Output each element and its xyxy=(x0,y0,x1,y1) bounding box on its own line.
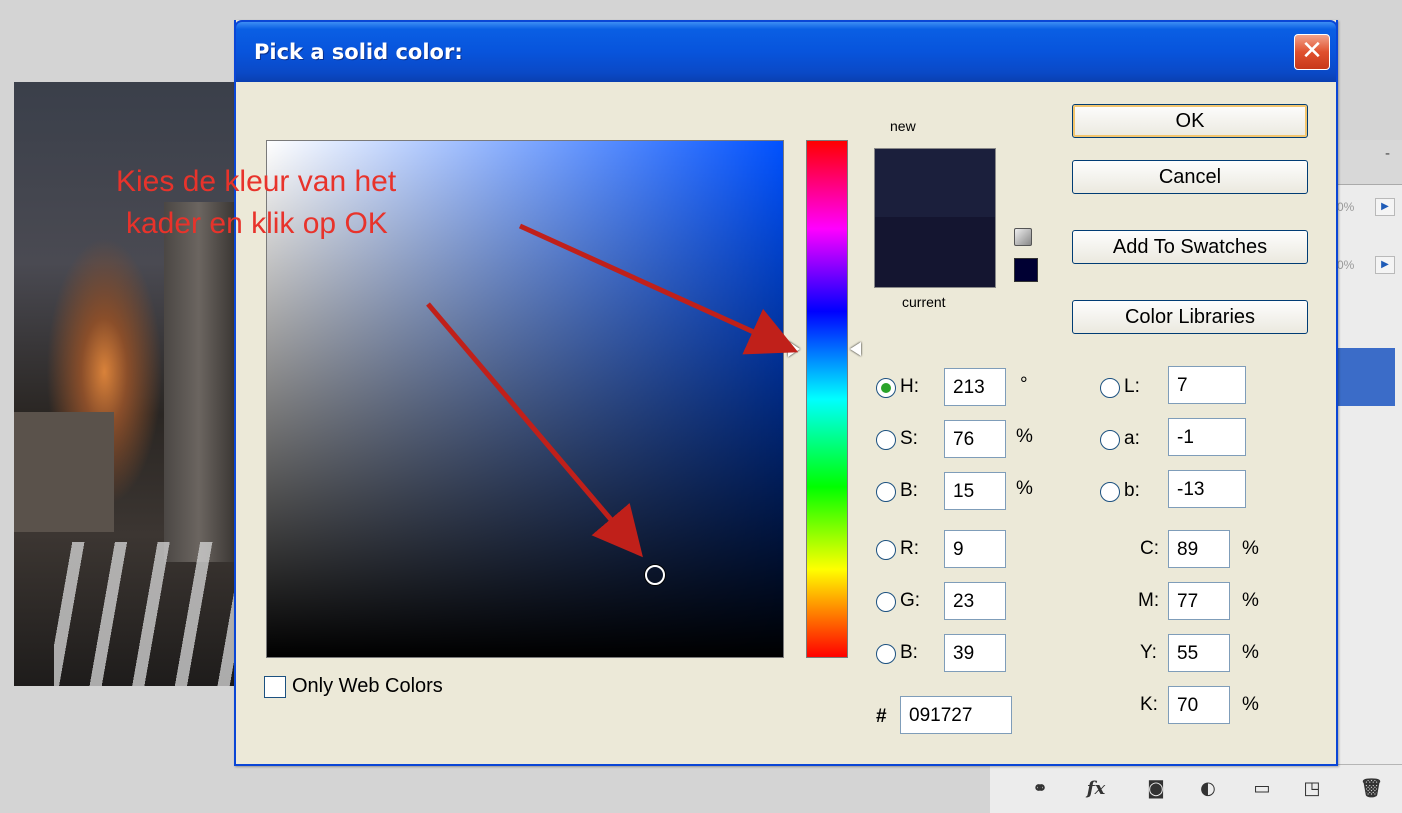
cyan-label: C: xyxy=(1140,538,1159,559)
adjustment-icon[interactable]: ◐ xyxy=(1198,779,1218,799)
new-color-swatch xyxy=(875,149,995,217)
green-label: G: xyxy=(900,590,921,611)
ok-button[interactable]: OK xyxy=(1072,104,1308,138)
lab-b-field[interactable]: -13 xyxy=(1168,470,1246,508)
layers-panel-tabbar: - xyxy=(1331,140,1402,185)
saturation-unit: % xyxy=(1016,426,1033,447)
color-picker-dialog: Pick a solid color: ✕ new current OK Can… xyxy=(234,20,1338,766)
lightness-field[interactable]: 7 xyxy=(1168,366,1246,404)
folder-icon[interactable]: ▭ xyxy=(1252,779,1272,799)
cyan-unit: % xyxy=(1242,538,1259,559)
annotation-line-1: Kies de kleur van het xyxy=(116,165,397,198)
brightness-field[interactable]: 15 xyxy=(944,472,1006,510)
yellow-label: Y: xyxy=(1140,642,1157,663)
hue-field[interactable]: 213 xyxy=(944,368,1006,406)
magenta-label: M: xyxy=(1138,590,1160,611)
hex-field[interactable]: 091727 xyxy=(900,696,1012,734)
hue-unit: ° xyxy=(1020,374,1028,395)
mask-icon[interactable]: ◙ xyxy=(1146,779,1166,799)
brightness-label: B: xyxy=(900,480,918,501)
black-field[interactable]: 70 xyxy=(1168,686,1230,724)
color-preview xyxy=(874,148,996,288)
hue-slider[interactable] xyxy=(806,140,848,658)
blue-radio[interactable] xyxy=(876,644,896,664)
yellow-field[interactable]: 55 xyxy=(1168,634,1230,672)
magenta-unit: % xyxy=(1242,590,1259,611)
blue-field[interactable]: 39 xyxy=(944,634,1006,672)
lab-b-label: b: xyxy=(1124,480,1140,501)
photo-house xyxy=(14,412,114,532)
only-web-colors-label: Only Web Colors xyxy=(292,675,443,697)
cancel-button[interactable]: Cancel xyxy=(1072,160,1308,194)
hex-label: # xyxy=(876,706,887,727)
cyan-field[interactable]: 89 xyxy=(1168,530,1230,568)
red-field[interactable]: 9 xyxy=(944,530,1006,568)
cube-icon[interactable] xyxy=(1014,228,1032,246)
fill-value: 0% xyxy=(1337,258,1355,272)
dialog-titlebar[interactable]: Pick a solid color: ✕ xyxy=(234,20,1338,82)
saturation-radio[interactable] xyxy=(876,430,896,450)
black-label: K: xyxy=(1140,694,1158,715)
black-unit: % xyxy=(1242,694,1259,715)
magenta-field[interactable]: 77 xyxy=(1168,582,1230,620)
red-radio[interactable] xyxy=(876,540,896,560)
hue-label: H: xyxy=(900,376,919,397)
brightness-unit: % xyxy=(1016,478,1033,499)
fill-arrow-icon[interactable]: ▶ xyxy=(1375,256,1395,274)
color-libraries-button[interactable]: Color Libraries xyxy=(1072,300,1308,334)
new-layer-icon[interactable]: ◳ xyxy=(1302,779,1322,799)
add-to-swatches-button[interactable]: Add To Swatches xyxy=(1072,230,1308,264)
annotation-line-2: kader en klik op OK xyxy=(126,207,388,240)
blue-label: B: xyxy=(900,642,918,663)
layers-bottom-toolbar: ⚭ fx ◙ ◐ ▭ ◳ 🗑 xyxy=(990,764,1402,813)
lightness-label: L: xyxy=(1124,376,1140,397)
panel-minimize-icon[interactable]: - xyxy=(1385,146,1390,162)
dialog-title: Pick a solid color: xyxy=(254,40,463,64)
current-color-swatch[interactable] xyxy=(875,217,995,287)
current-color-label: current xyxy=(902,294,946,310)
websafe-color-swatch[interactable] xyxy=(1014,258,1038,282)
selected-layer-row[interactable] xyxy=(1331,348,1395,406)
lab-a-radio[interactable] xyxy=(1100,430,1120,450)
only-web-colors-checkbox[interactable] xyxy=(264,676,286,698)
lab-b-radio[interactable] xyxy=(1100,482,1120,502)
hue-slider-right-marker-icon[interactable] xyxy=(850,342,861,356)
green-radio[interactable] xyxy=(876,592,896,612)
red-label: R: xyxy=(900,538,919,559)
lab-a-label: a: xyxy=(1124,428,1140,449)
link-icon[interactable]: ⚭ xyxy=(1030,779,1050,799)
yellow-unit: % xyxy=(1242,642,1259,663)
brightness-radio[interactable] xyxy=(876,482,896,502)
opacity-arrow-icon[interactable]: ▶ xyxy=(1375,198,1395,216)
color-field-picker-circle[interactable] xyxy=(645,565,665,585)
new-color-label: new xyxy=(890,118,916,134)
layers-panel: - 0% ▶ 0% ▶ xyxy=(1330,140,1402,780)
lightness-radio[interactable] xyxy=(1100,378,1120,398)
green-field[interactable]: 23 xyxy=(944,582,1006,620)
hue-slider-left-marker-icon[interactable] xyxy=(788,341,800,357)
saturation-field[interactable]: 76 xyxy=(944,420,1006,458)
hue-radio[interactable] xyxy=(876,378,896,398)
fx-icon[interactable]: fx xyxy=(1086,779,1106,799)
lab-a-field[interactable]: -1 xyxy=(1168,418,1246,456)
photo-railing xyxy=(54,542,240,686)
saturation-label: S: xyxy=(900,428,918,449)
trash-icon[interactable]: 🗑 xyxy=(1360,779,1383,799)
close-button[interactable]: ✕ xyxy=(1294,34,1330,70)
opacity-value: 0% xyxy=(1337,200,1355,214)
photo-tower xyxy=(164,202,234,562)
